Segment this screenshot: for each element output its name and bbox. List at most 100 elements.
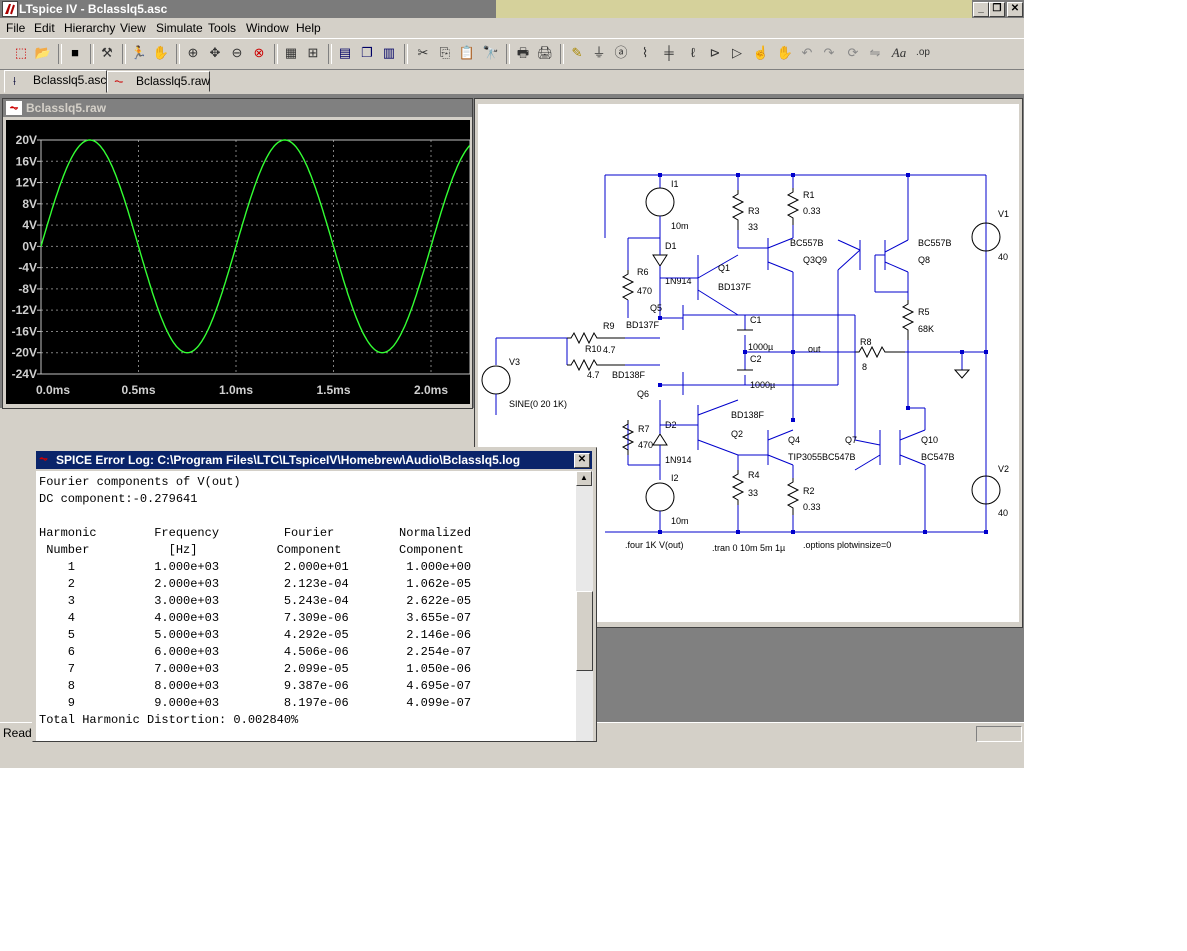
ground-symbol: [953, 369, 971, 379]
y-tick-label: 4V: [22, 218, 37, 232]
open-icon[interactable]: 📂: [34, 44, 52, 62]
junction-dot: [736, 173, 740, 177]
tab-waveform[interactable]: ⏦ Bclasslq5.raw: [107, 71, 210, 92]
wire: [837, 249, 861, 271]
cascade-icon[interactable]: ❐: [358, 44, 376, 62]
pan-icon[interactable]: ✥: [206, 44, 224, 62]
save-icon[interactable]: ■: [66, 44, 84, 62]
wire: [697, 439, 739, 456]
x-tick-label: 0.5ms: [121, 383, 155, 397]
log-line: 9 9.000e+03 8.197e-06 4.099e-07: [39, 696, 472, 710]
restore-button[interactable]: ❐: [989, 2, 1005, 17]
component-label: 4.7: [603, 345, 616, 355]
y-tick-label: 16V: [16, 154, 37, 168]
menu-help[interactable]: Help: [296, 21, 321, 35]
y-tick-label: 12V: [16, 176, 37, 190]
drag-icon[interactable]: ✋: [776, 44, 794, 62]
component-label: R6: [637, 267, 649, 277]
autorange-icon[interactable]: ▦: [282, 44, 300, 62]
y-tick-label: 20V: [16, 133, 37, 147]
ground-icon[interactable]: ⏚: [590, 44, 608, 62]
menu-hierarchy[interactable]: Hierarchy: [64, 21, 115, 35]
component-label: Q7: [845, 435, 857, 445]
halt-icon[interactable]: ✋: [152, 44, 170, 62]
grid-icon[interactable]: ⊞: [304, 44, 322, 62]
tab-schematic[interactable]: ⟊ Bclasslq5.asc: [4, 70, 107, 93]
label-net-icon[interactable]: ⓐ: [612, 44, 630, 62]
scroll-thumb[interactable]: [576, 591, 593, 671]
resistor-r8: [855, 345, 905, 359]
menu-view[interactable]: View: [120, 21, 146, 35]
find-icon[interactable]: 🔭: [482, 44, 500, 62]
cut-icon[interactable]: ✂: [414, 44, 432, 62]
tile-horizontal-icon[interactable]: ▤: [336, 44, 354, 62]
component-label: 1000µ: [748, 342, 773, 352]
close-button[interactable]: ✕: [1007, 2, 1023, 17]
scroll-up-button[interactable]: ▲: [576, 471, 592, 486]
spice-directive-icon[interactable]: .op: [914, 44, 932, 62]
close-button[interactable]: ✕: [574, 453, 590, 468]
menu-file[interactable]: File: [6, 21, 25, 35]
log-line: Number [Hz] Component Component: [39, 543, 464, 557]
run-icon[interactable]: 🏃: [130, 44, 148, 62]
tile-vertical-icon[interactable]: ▥: [380, 44, 398, 62]
component-label: BD138F: [731, 410, 765, 420]
x-tick-label: 1.5ms: [316, 383, 350, 397]
component-label: BC557B: [790, 238, 824, 248]
resistor-icon[interactable]: ⌇: [636, 44, 654, 62]
minimize-button[interactable]: _: [973, 2, 989, 17]
move-icon[interactable]: ☝: [752, 44, 770, 62]
menu-edit[interactable]: Edit: [34, 21, 55, 35]
inductor-icon[interactable]: ℓ: [684, 44, 702, 62]
vertical-scrollbar[interactable]: ▲: [576, 471, 593, 741]
zoom-in-icon[interactable]: ⊕: [184, 44, 202, 62]
paste-icon[interactable]: 📋: [458, 44, 476, 62]
y-tick-label: -16V: [12, 324, 37, 338]
wire: [854, 454, 881, 471]
print-setup-icon[interactable]: 🖶: [514, 44, 532, 62]
menu-window[interactable]: Window: [246, 21, 289, 35]
menu-tools[interactable]: Tools: [208, 21, 236, 35]
component-label: out: [808, 344, 821, 354]
text-icon[interactable]: Aa: [890, 44, 908, 62]
wire: [837, 239, 861, 251]
toolbar-separator: [328, 44, 332, 64]
component-label: 68K: [918, 324, 934, 334]
menu-simulate[interactable]: Simulate: [156, 21, 203, 35]
resistor-r2: [786, 478, 800, 515]
copy-icon[interactable]: ⎘: [436, 44, 454, 62]
mirror-icon[interactable]: ⇋: [866, 44, 884, 62]
draw-wire-icon[interactable]: ✎: [568, 44, 586, 62]
capacitor-icon[interactable]: ╪: [660, 44, 678, 62]
component-label: SINE(0 20 1K): [509, 399, 567, 409]
resistor-r3: [731, 190, 745, 230]
print-icon[interactable]: 🖨: [536, 44, 554, 62]
toolbar-separator: [58, 44, 62, 64]
redo-icon[interactable]: ↷: [820, 44, 838, 62]
component-icon[interactable]: ▷: [728, 44, 746, 62]
zoom-out-icon[interactable]: ⊖: [228, 44, 246, 62]
y-tick-label: -4V: [18, 261, 37, 275]
component-label: V3: [509, 357, 520, 367]
new-schematic-icon[interactable]: ⬚: [12, 44, 30, 62]
wire: [767, 261, 794, 273]
component-label: .four 1K V(out): [625, 540, 684, 550]
diode-icon[interactable]: ⊳: [706, 44, 724, 62]
title-bar: LTspice IV - Bclasslq5.asc _ ❐ ✕: [0, 0, 1024, 18]
current-source-i2: [645, 482, 675, 512]
undo-icon[interactable]: ↶: [798, 44, 816, 62]
error-log-text[interactable]: Fourier components of V(out) DC component…: [36, 471, 576, 741]
component-label: TIP3055: [788, 452, 822, 462]
component-label: R9: [603, 321, 615, 331]
control-panel-icon[interactable]: ⚒: [98, 44, 116, 62]
component-label: 4.7: [587, 370, 600, 380]
component-label: V2: [998, 464, 1009, 474]
wire: [884, 239, 909, 253]
plot-area[interactable]: 20V 16V 12V 8V 4V 0V -4V -8V -12V -16V -20V -24V 0.0…: [6, 120, 471, 404]
component-label: Q2: [731, 429, 743, 439]
zoom-fit-icon[interactable]: ⊗: [250, 44, 268, 62]
junction-dot: [906, 173, 910, 177]
y-tick-label: -8V: [18, 282, 37, 296]
rotate-icon[interactable]: ⟳: [844, 44, 862, 62]
